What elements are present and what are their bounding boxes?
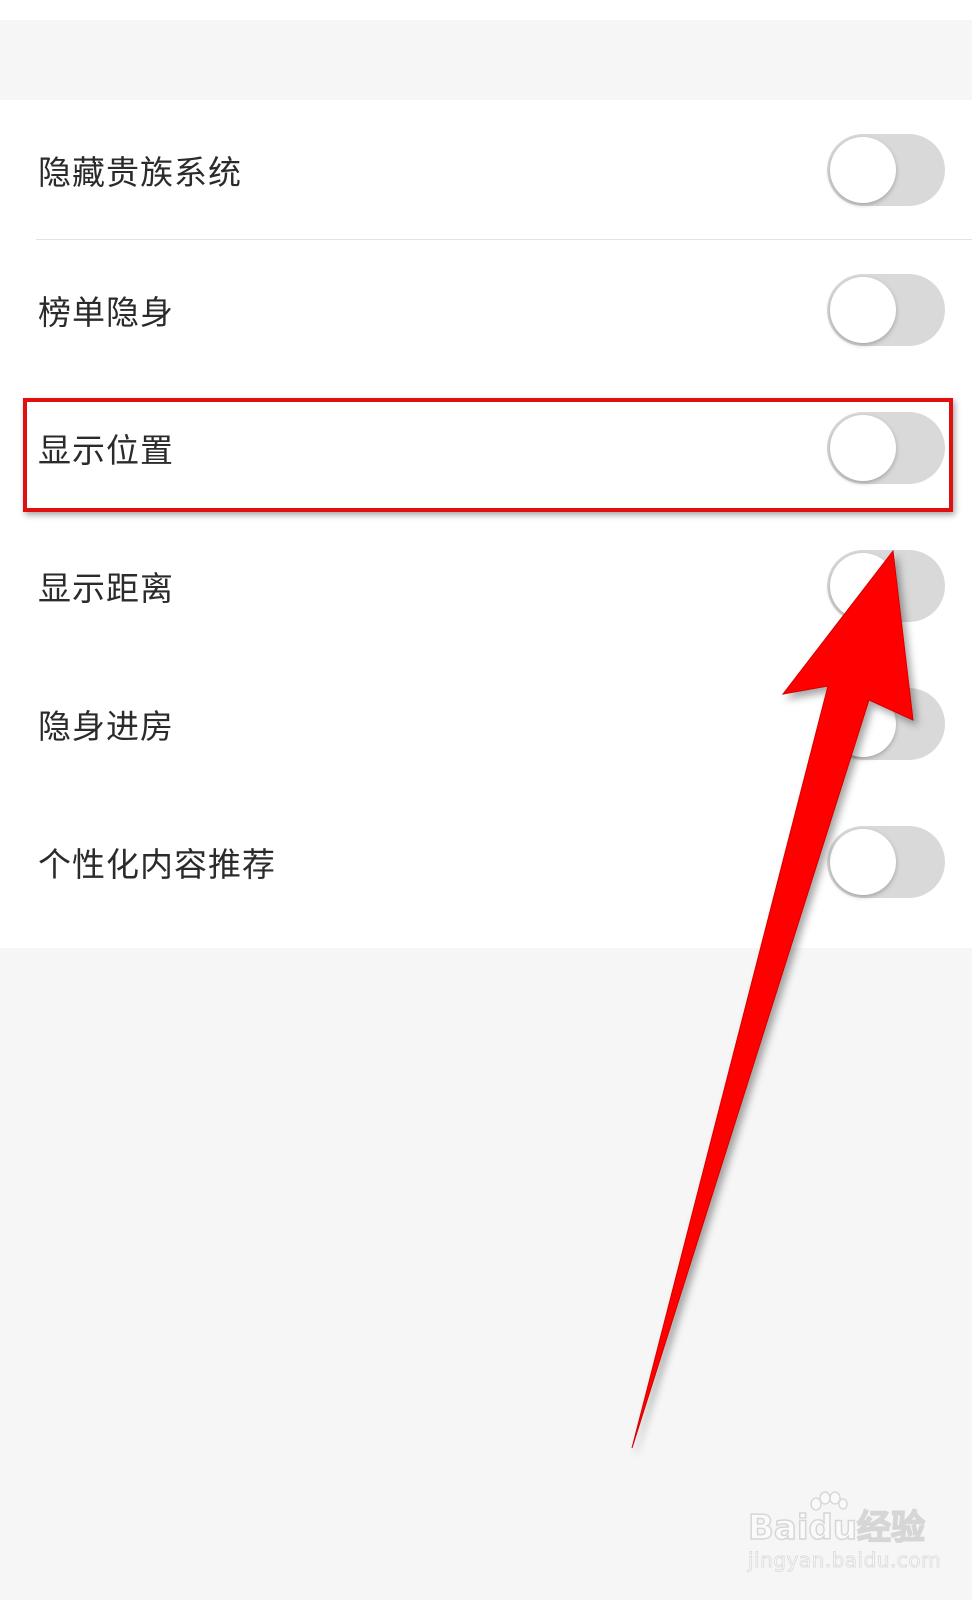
- section-gap: [0, 20, 972, 100]
- setting-label: 个性化内容推荐: [38, 845, 276, 884]
- watermark-url-text: jingyan.baidu.com: [748, 1548, 942, 1573]
- toggle-knob: [830, 829, 896, 895]
- show-location-toggle[interactable]: [827, 412, 945, 484]
- toggle-knob: [830, 137, 896, 203]
- setting-label: 显示位置: [38, 431, 174, 470]
- personalized-recommendation-toggle[interactable]: [827, 826, 945, 898]
- setting-row-show-location[interactable]: 显示位置: [0, 378, 972, 518]
- status-bar-strip: [0, 0, 972, 20]
- show-distance-toggle[interactable]: [827, 550, 945, 622]
- privacy-settings-list: 隐藏贵族系统 榜单隐身 显示位置 显示距离 隐身进房 个性化内容推荐: [0, 100, 972, 948]
- toggle-knob: [830, 415, 896, 481]
- setting-label: 隐身进房: [38, 707, 174, 746]
- watermark-logo-text: Baidu经验: [747, 1507, 926, 1549]
- setting-row-show-distance[interactable]: 显示距离: [0, 516, 972, 656]
- setting-row-ranking-invisible[interactable]: 榜单隐身: [0, 240, 972, 380]
- setting-label: 显示距离: [38, 569, 174, 608]
- hide-noble-system-toggle[interactable]: [827, 134, 945, 206]
- ranking-invisible-toggle[interactable]: [827, 274, 945, 346]
- toggle-knob: [830, 553, 896, 619]
- baidu-jingyan-watermark: Baidu经验 jingyan.baidu.com: [747, 1490, 942, 1580]
- setting-label: 榜单隐身: [38, 293, 174, 332]
- invisible-enter-room-toggle[interactable]: [827, 688, 945, 760]
- setting-label: 隐藏贵族系统: [38, 153, 242, 192]
- setting-row-personalized-recommendation[interactable]: 个性化内容推荐: [0, 792, 972, 932]
- setting-row-invisible-enter-room[interactable]: 隐身进房: [0, 654, 972, 794]
- setting-row-hide-noble-system[interactable]: 隐藏贵族系统: [0, 100, 972, 240]
- toggle-knob: [830, 277, 896, 343]
- toggle-knob: [830, 691, 896, 757]
